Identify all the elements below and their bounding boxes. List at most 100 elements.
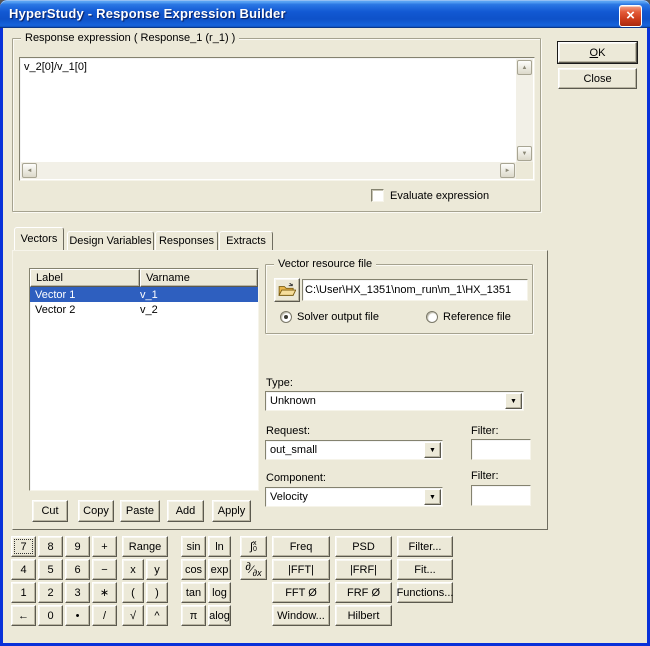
calc-key-open-paren[interactable]: ( <box>122 582 144 603</box>
frf-phase-button[interactable]: FRF Ø <box>335 582 392 603</box>
fit-button[interactable]: Fit... <box>397 559 453 580</box>
expression-value: v_2[0]/v_1[0] <box>24 61 87 73</box>
resource-path-input[interactable] <box>302 279 528 301</box>
evaluate-expression-checkbox[interactable] <box>371 189 384 202</box>
fft-magnitude-button[interactable]: |FFT| <box>272 559 330 580</box>
close-button[interactable]: Close <box>558 68 637 89</box>
close-icon: × <box>626 7 635 24</box>
window-button[interactable]: Window... <box>272 605 330 626</box>
add-button[interactable]: Add <box>167 500 204 522</box>
numeric-keypad: 7 8 9 + 4 5 6 − 1 2 3 ∗ ← 0 • / <box>11 536 117 626</box>
calc-key-7[interactable]: 7 <box>11 536 36 557</box>
chevron-down-icon[interactable]: ▼ <box>505 393 522 409</box>
request-filter-input[interactable] <box>471 439 531 460</box>
calc-key-log[interactable]: log <box>208 582 231 603</box>
request-dropdown[interactable]: out_small ▼ <box>265 440 443 460</box>
calc-key-3[interactable]: 3 <box>65 582 90 603</box>
component-dropdown[interactable]: Velocity ▼ <box>265 487 443 507</box>
response-expression-group-label: Response expression ( Response_1 (r_1) ) <box>21 32 239 44</box>
dialog-window: HyperStudy - Response Expression Builder… <box>0 0 650 646</box>
scroll-up-icon[interactable]: ▲ <box>517 60 532 75</box>
expression-textarea[interactable]: v_2[0]/v_1[0] ▲ ▼ ◄ ► <box>19 57 535 181</box>
request-filter-label: Filter: <box>471 425 499 437</box>
radio-selected-icon <box>280 311 292 323</box>
cut-button[interactable]: Cut <box>32 500 68 522</box>
tab-vectors[interactable]: Vectors <box>14 227 64 250</box>
solver-output-file-radio[interactable]: Solver output file <box>280 311 379 323</box>
reference-file-radio[interactable]: Reference file <box>426 311 511 323</box>
calc-key-decimal[interactable]: • <box>65 605 90 626</box>
scroll-left-icon[interactable]: ◄ <box>22 163 37 178</box>
calc-key-exp[interactable]: exp <box>208 559 231 580</box>
vector-list[interactable]: Label Varname Vector 1 v_1 Vector 2 v_2 <box>29 268 259 491</box>
response-expression-group: Response expression ( Response_1 (r_1) )… <box>12 38 541 212</box>
paste-button[interactable]: Paste <box>120 500 160 522</box>
calc-key-range[interactable]: Range <box>122 536 168 557</box>
chevron-down-icon[interactable]: ▼ <box>424 442 441 458</box>
column-header-label[interactable]: Label <box>30 269 140 287</box>
calc-key-x[interactable]: x <box>122 559 144 580</box>
calc-key-plus[interactable]: + <box>92 536 117 557</box>
request-label: Request: <box>266 425 310 437</box>
calc-key-backspace[interactable]: ← <box>11 605 36 626</box>
calc-key-ln[interactable]: ln <box>208 536 231 557</box>
title-bar[interactable]: HyperStudy - Response Expression Builder… <box>0 0 650 28</box>
scrollbar-corner <box>516 162 533 179</box>
psd-keypad: PSD |FRF| FRF Ø Hilbert <box>335 536 392 626</box>
psd-button[interactable]: PSD <box>335 536 392 557</box>
expression-horizontal-scrollbar[interactable]: ◄ ► <box>21 162 516 179</box>
functions-button[interactable]: Functions... <box>397 582 453 603</box>
frequency-keypad: Freq |FFT| FFT Ø Window... <box>272 536 330 626</box>
component-label: Component: <box>266 472 326 484</box>
copy-button[interactable]: Copy <box>78 500 114 522</box>
window-title: HyperStudy - Response Expression Builder <box>9 6 286 21</box>
calc-key-integral[interactable]: ∫x0 <box>240 536 267 557</box>
type-dropdown[interactable]: Unknown ▼ <box>265 391 524 411</box>
calc-key-6[interactable]: 6 <box>65 559 90 580</box>
close-window-button[interactable]: × <box>619 5 642 27</box>
calc-key-9[interactable]: 9 <box>65 536 90 557</box>
freq-button[interactable]: Freq <box>272 536 330 557</box>
ok-button[interactable]: OK <box>558 42 637 63</box>
calc-key-4[interactable]: 4 <box>11 559 36 580</box>
calc-key-sin[interactable]: sin <box>181 536 206 557</box>
calc-key-0[interactable]: 0 <box>38 605 63 626</box>
component-filter-input[interactable] <box>471 485 531 506</box>
tab-extracts[interactable]: Extracts <box>219 231 273 250</box>
calc-key-close-paren[interactable]: ) <box>146 582 168 603</box>
filter-button[interactable]: Filter... <box>397 536 453 557</box>
calc-key-cos[interactable]: cos <box>181 559 206 580</box>
calc-key-5[interactable]: 5 <box>38 559 63 580</box>
scroll-right-icon[interactable]: ► <box>500 163 515 178</box>
calc-key-pi[interactable]: π <box>181 605 206 626</box>
calc-key-alog[interactable]: alog <box>208 605 231 626</box>
evaluate-expression-row: Evaluate expression <box>371 189 489 202</box>
vector-resource-file-label: Vector resource file <box>274 258 376 270</box>
apply-button[interactable]: Apply <box>212 500 251 522</box>
calc-key-power[interactable]: ^ <box>146 605 168 626</box>
calc-key-tan[interactable]: tan <box>181 582 206 603</box>
fft-phase-button[interactable]: FFT Ø <box>272 582 330 603</box>
evaluate-expression-label: Evaluate expression <box>390 190 489 202</box>
chevron-down-icon[interactable]: ▼ <box>424 489 441 505</box>
calc-key-sqrt[interactable]: √ <box>122 605 144 626</box>
tab-design-variables[interactable]: Design Variables <box>67 231 154 250</box>
scroll-down-icon[interactable]: ▼ <box>517 146 532 161</box>
calc-key-y[interactable]: y <box>146 559 168 580</box>
column-header-varname[interactable]: Varname <box>140 269 258 287</box>
calc-key-2[interactable]: 2 <box>38 582 63 603</box>
calc-key-minus[interactable]: − <box>92 559 117 580</box>
calc-key-1[interactable]: 1 <box>11 582 36 603</box>
calc-key-8[interactable]: 8 <box>38 536 63 557</box>
browse-file-button[interactable] <box>274 278 300 302</box>
table-row[interactable]: Vector 2 v_2 <box>30 302 258 317</box>
calc-key-multiply[interactable]: ∗ <box>92 582 117 603</box>
calc-key-divide[interactable]: / <box>92 605 117 626</box>
expression-vertical-scrollbar[interactable]: ▲ ▼ <box>516 59 533 162</box>
hilbert-button[interactable]: Hilbert <box>335 605 392 626</box>
tab-responses[interactable]: Responses <box>155 231 218 250</box>
table-row[interactable]: Vector 1 v_1 <box>30 287 258 302</box>
frf-magnitude-button[interactable]: |FRF| <box>335 559 392 580</box>
calc-key-derivative[interactable]: ∂⁄∂x <box>240 559 267 580</box>
tools-keypad: Filter... Fit... Functions... <box>397 536 453 603</box>
